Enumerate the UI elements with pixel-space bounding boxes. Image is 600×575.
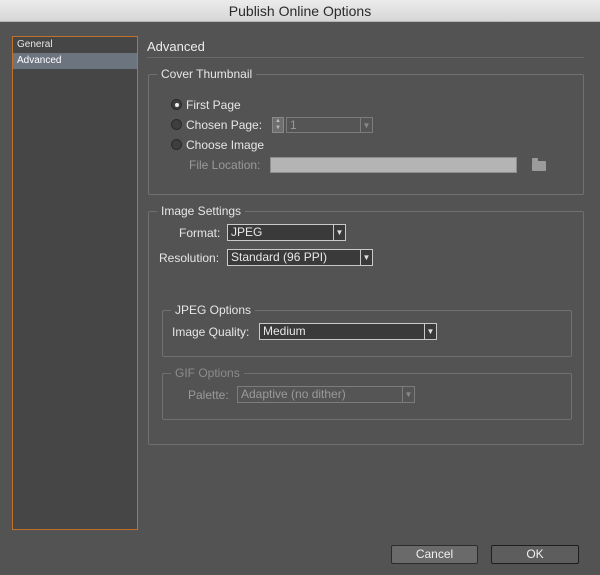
cover-thumbnail-legend: Cover Thumbnail	[157, 66, 257, 82]
sidebar: General Advanced	[12, 36, 138, 530]
resolution-label: Resolution:	[159, 251, 220, 265]
chevron-down-icon: ▼	[424, 324, 436, 339]
sidebar-item-general[interactable]: General	[13, 37, 137, 53]
image-quality-value: Medium	[263, 324, 306, 338]
folder-icon[interactable]	[532, 158, 546, 171]
cover-thumbnail-group: Cover Thumbnail	[148, 66, 584, 195]
sidebar-item-advanced[interactable]: Advanced	[13, 53, 137, 69]
image-quality-label: Image Quality:	[172, 325, 250, 339]
palette-value: Adaptive (no dither)	[241, 387, 346, 401]
chosen-page-value: 1	[290, 118, 297, 132]
chevron-down-icon: ▼	[402, 387, 414, 402]
ok-button[interactable]: OK	[491, 545, 579, 564]
chevron-down-icon: ▼	[333, 225, 345, 240]
chosen-page-stepper[interactable]: ▲ ▼	[272, 117, 284, 133]
palette-label: Palette:	[188, 388, 229, 402]
window-title: Publish Online Options	[0, 0, 600, 22]
cancel-button[interactable]: Cancel	[391, 545, 478, 564]
image-settings-legend: Image Settings	[157, 203, 246, 219]
chosen-page-label[interactable]: Chosen Page:	[186, 117, 262, 133]
file-location-label: File Location:	[189, 158, 261, 172]
chevron-down-icon: ▼	[360, 250, 372, 265]
jpeg-options-legend: JPEG Options	[171, 302, 256, 318]
resolution-select[interactable]: Standard (96 PPI) ▼	[227, 249, 373, 266]
format-value: JPEG	[231, 225, 263, 239]
format-label: Format:	[179, 226, 221, 240]
resolution-value: Standard (96 PPI)	[231, 250, 328, 264]
chosen-page-select[interactable]: 1 ▼	[286, 117, 373, 133]
divider	[147, 57, 584, 58]
format-select[interactable]: JPEG ▼	[227, 224, 346, 241]
image-quality-select[interactable]: Medium ▼	[259, 323, 437, 340]
choose-image-radio[interactable]	[171, 139, 182, 150]
gif-options-legend: GIF Options	[171, 365, 244, 381]
file-location-field[interactable]	[270, 157, 517, 173]
palette-select[interactable]: Adaptive (no dither) ▼	[237, 386, 415, 403]
first-page-radio[interactable]	[171, 99, 182, 110]
first-page-label[interactable]: First Page	[186, 97, 241, 113]
chevron-down-icon: ▼	[360, 118, 372, 133]
choose-image-label[interactable]: Choose Image	[186, 137, 264, 153]
chosen-page-radio[interactable]	[171, 119, 182, 130]
page-title: Advanced	[147, 39, 205, 54]
